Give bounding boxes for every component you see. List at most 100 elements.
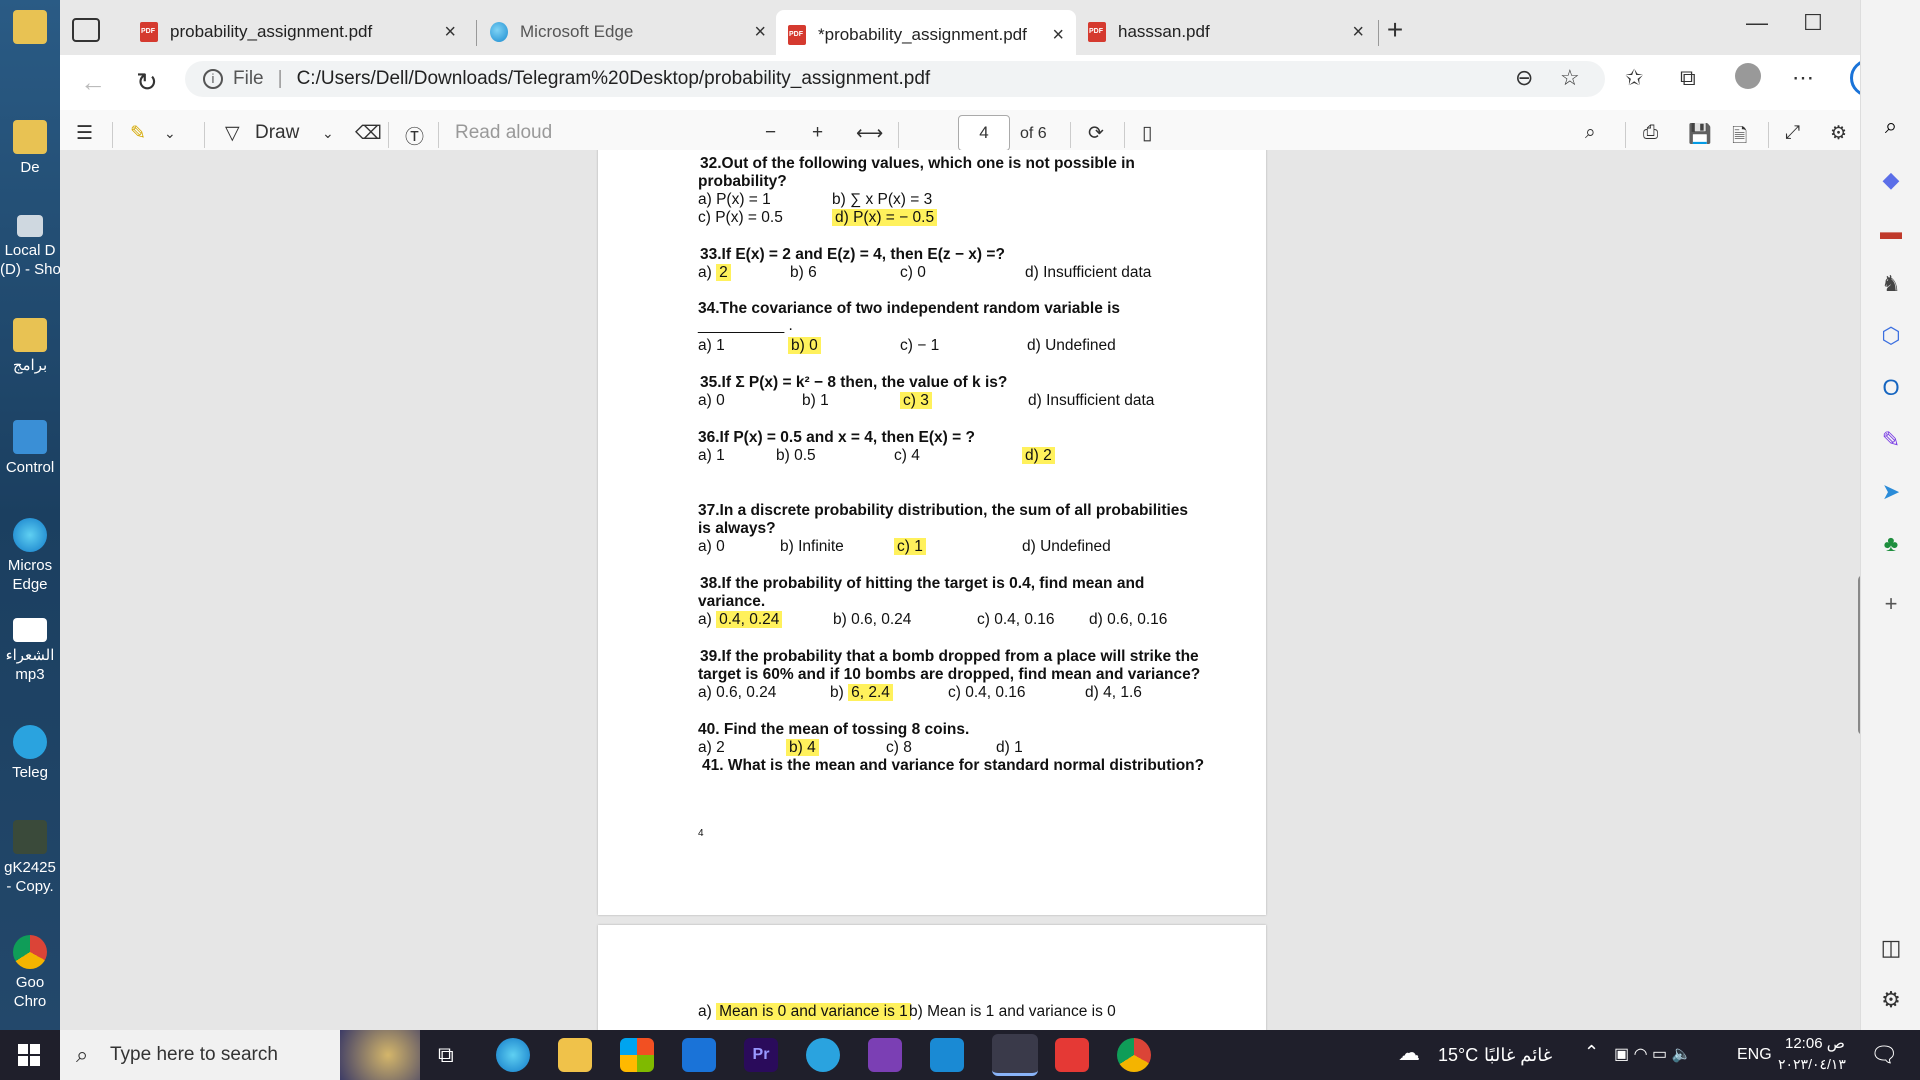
settings-icon[interactable]: ⚙: [1830, 122, 1847, 145]
search-icon[interactable]: ⌕: [1585, 122, 1596, 144]
desktop-icon-telegram[interactable]: Teleg: [0, 725, 60, 782]
weather-temp[interactable]: 15°C: [1438, 1045, 1478, 1066]
page-number-input[interactable]: 4: [958, 115, 1010, 151]
desktop-icon-local-disk[interactable]: Local D (D) - Sho: [0, 215, 60, 279]
shopping-icon[interactable]: ◆: [1877, 166, 1905, 194]
file-explorer-icon[interactable]: [558, 1038, 592, 1072]
collections-icon[interactable]: ⧉: [1680, 65, 1696, 91]
chevron-up-icon[interactable]: ⌃: [1584, 1042, 1599, 1063]
telegram-active-icon[interactable]: [992, 1034, 1038, 1076]
telegram-icon[interactable]: ➤: [1877, 478, 1905, 506]
add-icon[interactable]: +: [1877, 590, 1905, 618]
draw-button[interactable]: Draw: [255, 122, 299, 144]
question-35: 35.If Σ P(x) = k² − 8 then, the value of…: [700, 374, 1008, 391]
tab-hasssan[interactable]: hasssan.pdf ×: [1076, 12, 1376, 52]
back-button[interactable]: ←: [80, 67, 106, 98]
weather-description: غائم غالبًا: [1484, 1045, 1553, 1065]
zoom-out-icon[interactable]: −: [765, 122, 776, 144]
tab-microsoft-edge[interactable]: Microsoft Edge ×: [478, 12, 778, 52]
info-icon[interactable]: i: [203, 69, 223, 89]
clock-date[interactable]: ٢٠٢٣/٠٤/١٣: [1778, 1056, 1846, 1073]
sidebar-layout-icon[interactable]: ◫: [1877, 934, 1905, 962]
games-icon[interactable]: ♞: [1877, 270, 1905, 298]
windows-start-button[interactable]: [18, 1044, 40, 1066]
chevron-down-icon[interactable]: ⌄: [164, 125, 176, 142]
page-view-icon[interactable]: ▯: [1142, 122, 1152, 145]
rotate-icon[interactable]: ⟳: [1088, 122, 1104, 145]
eraser-icon[interactable]: ⌫: [355, 122, 382, 145]
taskbar-search[interactable]: ⌕ Type here to search: [60, 1030, 420, 1080]
close-icon[interactable]: ×: [1352, 21, 1364, 44]
weather-icon[interactable]: ☁: [1398, 1040, 1420, 1066]
question-36: 36.If P(x) = 0.5 and x = 4, then E(x) = …: [698, 429, 975, 446]
clock-time[interactable]: 12:06 ص: [1785, 1034, 1845, 1052]
highlighted-answer: 2: [716, 264, 731, 281]
add-favorite-icon[interactable]: ☆: [1560, 65, 1580, 91]
premiere-icon[interactable]: Pr: [744, 1038, 778, 1072]
text-box-icon[interactable]: Ⓣ: [405, 122, 424, 149]
pdf-page-5: a) Mean is 0 and variance is 1 b) Mean i…: [598, 925, 1266, 1030]
zoom-out-icon[interactable]: ⊖: [1515, 65, 1533, 91]
desktop-icon-control-panel[interactable]: Control: [0, 420, 60, 477]
more-options-icon[interactable]: ⋯: [1792, 65, 1814, 91]
tray-icons[interactable]: ▣ ◠ ▭ 🔈: [1614, 1044, 1691, 1064]
print-icon[interactable]: ⎙: [1643, 122, 1658, 144]
tools-icon[interactable]: ▬: [1877, 218, 1905, 246]
video-file-icon: [13, 820, 47, 854]
search-icon[interactable]: ⌕: [1877, 112, 1905, 140]
new-tab-button[interactable]: +: [1372, 14, 1418, 46]
zoom-in-icon[interactable]: +: [812, 122, 823, 144]
fullscreen-icon[interactable]: ⤢: [1785, 122, 1800, 144]
highlighted-answer: 0.4, 0.24: [716, 611, 783, 628]
close-icon[interactable]: ×: [444, 21, 456, 44]
favorites-icon[interactable]: ✩: [1625, 65, 1643, 91]
option: c) 0.4, 0.16: [977, 611, 1055, 628]
vscode-icon[interactable]: [930, 1038, 964, 1072]
tree-icon[interactable]: ♣: [1877, 530, 1905, 558]
task-view-icon[interactable]: ⧉: [438, 1042, 454, 1068]
highlighted-answer: c) 1: [894, 538, 926, 555]
close-icon[interactable]: ×: [754, 21, 766, 44]
refresh-button[interactable]: ↻: [136, 67, 158, 98]
desktop-icon-mp3[interactable]: الشعراء mp3: [0, 618, 60, 684]
contents-icon[interactable]: ☰: [76, 122, 93, 145]
highlighted-answer: d) 2: [1022, 447, 1055, 464]
visual-studio-icon[interactable]: [868, 1038, 902, 1072]
settings-icon[interactable]: ⚙: [1877, 986, 1905, 1014]
url-field[interactable]: i File | C:/Users/Dell/Downloads/Telegra…: [185, 61, 1605, 97]
maximize-button[interactable]: ☐: [1790, 10, 1836, 36]
profile-avatar[interactable]: [1735, 63, 1761, 89]
tab-actions-icon[interactable]: [72, 18, 100, 42]
tab-probability-assignment-active[interactable]: *probability_assignment.pdf ×: [776, 10, 1076, 60]
tab-probability-assignment[interactable]: probability_assignment.pdf ×: [128, 12, 468, 52]
notifications-icon[interactable]: 🗨: [1870, 1042, 1898, 1068]
read-aloud-button[interactable]: Read aloud: [455, 122, 552, 144]
chrome-taskbar-icon[interactable]: [1117, 1038, 1151, 1072]
chevron-down-icon[interactable]: ⌄: [322, 125, 334, 142]
minimize-button[interactable]: —: [1734, 10, 1780, 36]
draw-icon[interactable]: ▽: [225, 122, 240, 145]
desktop-icon-programs[interactable]: برامج: [0, 318, 60, 375]
option: d) 1: [996, 739, 1023, 756]
fit-to-width-icon[interactable]: ⟷: [856, 122, 883, 145]
store-icon[interactable]: [620, 1038, 654, 1072]
telegram-taskbar-icon[interactable]: [806, 1038, 840, 1072]
desktop-icon-folder[interactable]: [0, 10, 60, 48]
highlight-icon[interactable]: ✎: [130, 122, 146, 145]
page-count: of 6: [1020, 125, 1047, 142]
save-icon[interactable]: 💾: [1688, 122, 1712, 146]
desktop-icon-chrome[interactable]: Goo Chro: [0, 935, 60, 1011]
desktop-icon-gk2425[interactable]: gK2425 - Copy.: [0, 820, 60, 896]
pdf-viewer: 32.Out of the following values, which on…: [60, 150, 1900, 1030]
outlook-icon[interactable]: O: [1877, 374, 1905, 402]
anydesk-icon[interactable]: [1055, 1038, 1089, 1072]
desktop-icon-edge[interactable]: Micros Edge: [0, 518, 60, 594]
language-indicator[interactable]: ENG: [1737, 1046, 1772, 1064]
desktop-icon-de[interactable]: De: [0, 120, 60, 177]
office-icon[interactable]: ⬡: [1877, 322, 1905, 350]
close-icon[interactable]: ×: [1052, 24, 1064, 47]
edge-taskbar-icon[interactable]: [496, 1038, 530, 1072]
desktop: De Local D (D) - Sho برامج Control Micro…: [0, 0, 60, 1030]
designer-icon[interactable]: ✎: [1877, 426, 1905, 454]
mail-icon[interactable]: [682, 1038, 716, 1072]
